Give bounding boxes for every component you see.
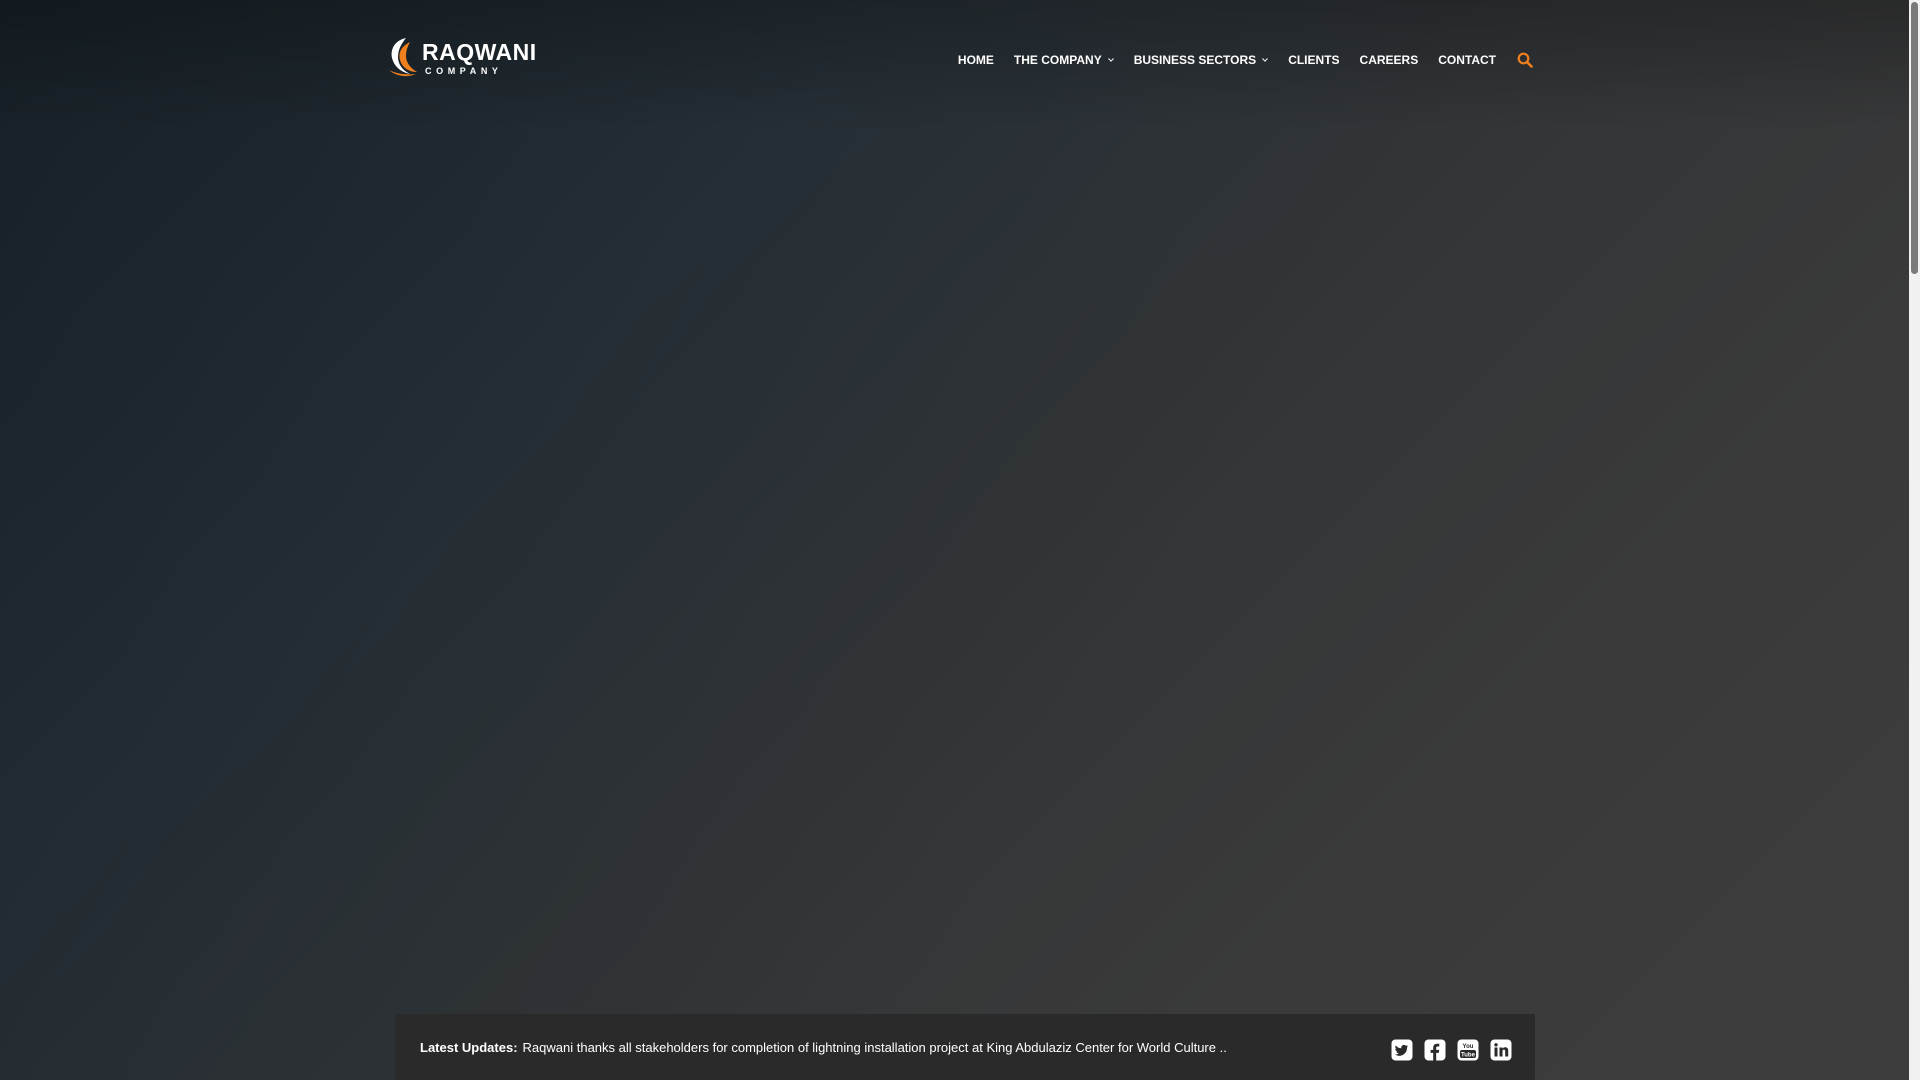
svg-text:You: You [1463,1044,1474,1050]
nav-item-label: BUSINESS SECTORS [1133,53,1257,67]
scrollbar-thumb[interactable] [1911,2,1918,274]
search-button[interactable] [1516,51,1534,69]
linkedin-link[interactable] [1490,1039,1512,1061]
nav-item-home[interactable]: HOME [958,53,994,67]
youtube-link[interactable]: You Tube [1457,1039,1479,1061]
chevron-down-icon [1107,58,1114,62]
chevron-down-icon [1262,58,1269,62]
nav-item-careers[interactable]: CAREERS [1360,53,1419,67]
logo-link[interactable]: RAQWANI COMPANY [384,34,536,80]
logo-mark-icon [389,38,417,77]
nav-item-clients[interactable]: CLIENTS [1288,53,1339,67]
svg-text:Tube: Tube [1461,1053,1476,1059]
nav-item-label: CAREERS [1359,53,1419,67]
nav-item-label: THE COMPANY [1013,53,1102,67]
hero-background [0,0,1909,1080]
site-header: RAQWANI COMPANY HOME THE COMPANY BUSINES… [384,30,1534,90]
search-icon [1517,52,1533,68]
facebook-link[interactable] [1424,1039,1446,1061]
facebook-icon [1424,1039,1446,1061]
latest-updates-bar: Latest Updates: Raqwani thanks all stakeh… [395,1014,1535,1080]
nav-item-business-sectors[interactable]: BUSINESS SECTORS [1133,53,1269,67]
latest-updates-text[interactable]: Latest Updates: Raqwani thanks all stakeh… [420,1039,1227,1057]
logo-subtitle: COMPANY [425,66,503,76]
twitter-link[interactable] [1391,1039,1413,1061]
latest-updates-message: Raqwani thanks all stakeholders for comp… [522,1040,1227,1055]
nav-item-contact[interactable]: CONTACT [1438,53,1496,67]
latest-updates-label: Latest Updates: [420,1040,518,1055]
nav-item-label: CONTACT [1438,53,1496,67]
youtube-icon: You Tube [1457,1039,1479,1061]
linkedin-icon [1490,1039,1512,1061]
social-links: You Tube [1391,1039,1512,1061]
twitter-icon [1391,1039,1413,1061]
nav-item-the-company[interactable]: THE COMPANY [1014,53,1114,67]
nav-item-label: HOME [957,53,994,67]
nav-item-label: CLIENTS [1288,53,1340,67]
main-nav: HOME THE COMPANY BUSINESS SECTORS CLIENT… [958,50,1534,70]
page-scrollbar[interactable] [1909,0,1920,1080]
logo-wordmark: RAQWANI [422,39,537,65]
